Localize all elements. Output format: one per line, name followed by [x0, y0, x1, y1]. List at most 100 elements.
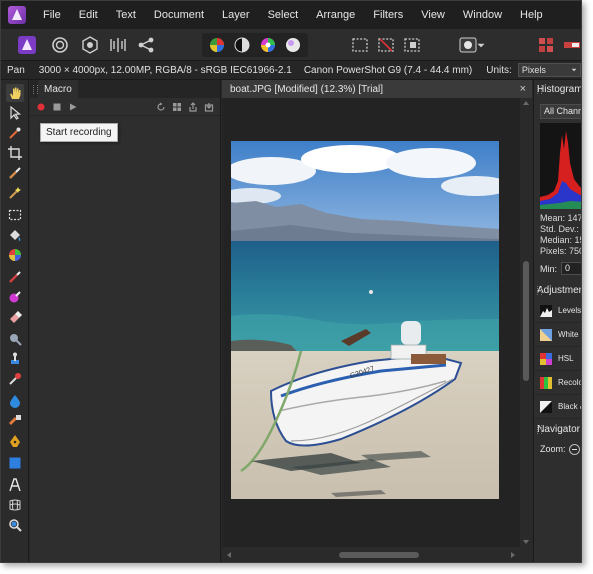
library-icon: [173, 103, 181, 111]
rectangular-marquee-tool-icon[interactable]: [6, 206, 24, 224]
view-tool-hand-icon[interactable]: [6, 84, 24, 102]
export-macro-button[interactable]: [187, 101, 199, 113]
crop-tool-icon[interactable]: [6, 144, 24, 162]
tab-macro[interactable]: Macro: [38, 80, 78, 98]
marquee-icon[interactable]: [349, 34, 371, 56]
adjustment-hsl[interactable]: HSL: [534, 347, 581, 371]
color-picker-tool-icon[interactable]: [6, 124, 24, 142]
histogram-mean: Mean: 147.: [540, 213, 582, 223]
stop-button[interactable]: [51, 101, 63, 113]
auto-contrast-icon[interactable]: [231, 34, 253, 56]
white-balance-icon: [540, 328, 552, 341]
adjustment-recolor[interactable]: Recolor: [534, 371, 581, 395]
adjustment-hsl-label: HSL: [558, 354, 574, 363]
menu-edit[interactable]: Edit: [79, 9, 98, 21]
menu-select[interactable]: Select: [268, 9, 299, 21]
clone-brush-tool-icon[interactable]: [6, 350, 24, 368]
menu-file[interactable]: File: [43, 9, 61, 21]
auto-colors-icon[interactable]: [257, 34, 279, 56]
erase-brush-tool-icon[interactable]: [6, 308, 24, 326]
affinity-photo-logo-icon[interactable]: [8, 6, 26, 24]
flood-fill-tool-icon[interactable]: [6, 226, 24, 244]
scroll-right-icon[interactable]: [511, 552, 515, 558]
histogram-panel-tabs: Histogram: [534, 80, 581, 98]
blemish-removal-tool-icon[interactable]: [6, 370, 24, 388]
selection-brush-tool-icon[interactable]: [6, 164, 24, 182]
close-document-icon[interactable]: ×: [520, 83, 526, 95]
quick-mask-dropdown-chevron-icon[interactable]: [475, 34, 487, 56]
invert-selection-icon[interactable]: [401, 34, 423, 56]
menu-view[interactable]: View: [421, 9, 445, 21]
menu-arrange[interactable]: Arrange: [316, 9, 355, 21]
adjustment-levels[interactable]: Levels: [534, 299, 581, 323]
histogram-min-input[interactable]: 0: [561, 262, 581, 275]
tone-mapping-persona-icon[interactable]: [107, 34, 129, 56]
add-to-library-button[interactable]: [171, 101, 183, 113]
app-window: File Edit Text Document Layer Select Arr…: [0, 0, 582, 563]
menu-text[interactable]: Text: [116, 9, 136, 21]
adjustment-black-white-label: Black & White: [558, 402, 581, 411]
adjustment-black-white[interactable]: Black & White: [534, 395, 581, 419]
develop-persona-icon[interactable]: [79, 34, 101, 56]
histogram-channel-select[interactable]: All Channels: [540, 104, 581, 119]
histogram-median: Median: 15: [540, 235, 582, 245]
pen-tool-icon[interactable]: [6, 432, 24, 450]
repeat-button[interactable]: [155, 101, 167, 113]
assistant-icon[interactable]: [535, 34, 557, 56]
stop-icon: [53, 103, 61, 111]
artistic-text-tool-icon[interactable]: [6, 476, 24, 494]
auto-white-balance-icon[interactable]: [282, 34, 304, 56]
histogram-graph: [540, 123, 581, 209]
context-toolbar: Pan 3000 × 4000px, 12.00MP, RGBA/8 - sRG…: [1, 61, 581, 80]
import-icon: [204, 103, 214, 112]
color-replacement-brush-icon[interactable]: [6, 288, 24, 306]
import-macro-button[interactable]: [203, 101, 215, 113]
move-tool-icon[interactable]: [6, 104, 24, 122]
units-select[interactable]: Pixels: [517, 63, 581, 77]
export-persona-icon[interactable]: [135, 34, 157, 56]
paint-brush-tool-icon[interactable]: [6, 268, 24, 286]
tools-panel: [1, 80, 29, 562]
record-button[interactable]: [35, 101, 47, 113]
zoom-tool-icon[interactable]: [6, 516, 24, 534]
vertical-scroll-thumb[interactable]: [523, 261, 529, 381]
adjustment-white-balance[interactable]: White Balance: [534, 323, 581, 347]
document-view: boat.JPG [Modified] (12.3%) [Trial] × G3…: [222, 80, 532, 562]
play-button[interactable]: [67, 101, 79, 113]
dodge-brush-tool-icon[interactable]: [6, 330, 24, 348]
clear-selection-icon[interactable]: [375, 34, 397, 56]
mesh-warp-tool-icon[interactable]: [6, 496, 24, 514]
menu-help[interactable]: Help: [520, 9, 543, 21]
navigator-panel-tabs: Navigator: [534, 420, 581, 438]
toolbar: [1, 29, 581, 61]
menu-document[interactable]: Document: [154, 9, 204, 21]
gradient-tool-icon[interactable]: [6, 246, 24, 264]
horizontal-scroll-thumb[interactable]: [339, 552, 419, 558]
play-icon: [70, 103, 77, 111]
auto-levels-icon[interactable]: [206, 34, 228, 56]
macro-panel-grip[interactable]: [30, 80, 38, 98]
zoom-out-icon[interactable]: [568, 443, 580, 455]
scroll-up-icon[interactable]: [523, 101, 529, 105]
photo-persona-icon[interactable]: [16, 34, 38, 56]
blur-brush-tool-icon[interactable]: [6, 392, 24, 410]
red-eye-tool-icon[interactable]: [6, 412, 24, 430]
arrange-icon[interactable]: [561, 34, 581, 56]
menu-window[interactable]: Window: [463, 9, 502, 21]
document-tab[interactable]: boat.JPG [Modified] (12.3%) [Trial] ×: [222, 80, 532, 98]
units-chevron-down-icon: [571, 68, 577, 72]
canvas[interactable]: G30427: [222, 98, 520, 547]
rectangle-shape-tool-icon[interactable]: [6, 454, 24, 472]
scroll-down-icon[interactable]: [523, 540, 529, 544]
histogram-min-label: Min:: [540, 263, 558, 274]
units-value: Pixels: [521, 65, 546, 75]
menu-filters[interactable]: Filters: [373, 9, 403, 21]
adjustments-panel-tabs: Adjustments: [534, 281, 581, 299]
menu-layer[interactable]: Layer: [222, 9, 250, 21]
horizontal-scrollbar[interactable]: [222, 547, 532, 562]
scroll-left-icon[interactable]: [227, 552, 231, 558]
liquify-persona-icon[interactable]: [49, 34, 71, 56]
vertical-scrollbar[interactable]: [520, 98, 532, 547]
flood-select-tool-icon[interactable]: [6, 184, 24, 202]
units-label: Units:: [486, 64, 512, 76]
